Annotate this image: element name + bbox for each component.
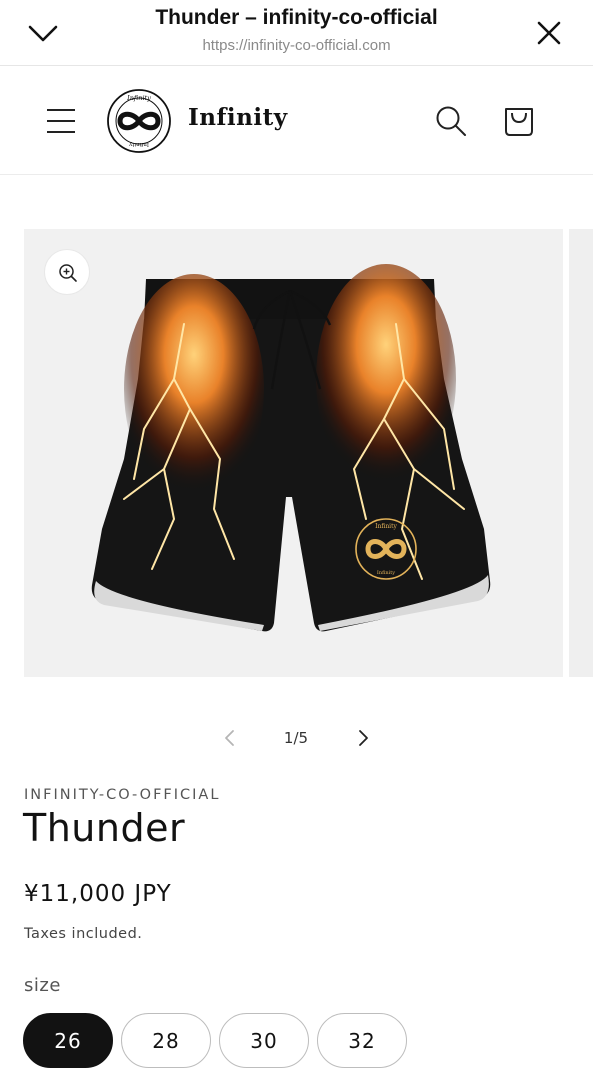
chevron-down-icon[interactable]: [26, 18, 60, 48]
zoom-in-icon: [59, 264, 77, 282]
size-option-26[interactable]: 26: [23, 1013, 113, 1068]
size-option-28[interactable]: 28: [121, 1013, 211, 1068]
slider-next-icon[interactable]: [352, 726, 374, 750]
tax-note: Taxes included.: [24, 926, 143, 942]
brand-name[interactable]: Infinity: [188, 104, 288, 131]
browser-page-title: Thunder – infinity-co-official: [155, 6, 438, 29]
logo-ring-text-bottom: Infinity: [128, 141, 149, 147]
browser-bar: Thunder – infinity-co-official https://i…: [0, 0, 593, 66]
size-option-30[interactable]: 30: [219, 1013, 309, 1068]
browser-url[interactable]: https://infinity-co-official.com: [80, 37, 513, 54]
product-price: ¥11,000 JPY: [24, 881, 172, 907]
board-shorts-image: Infinity Infinity: [91, 264, 491, 632]
hamburger-icon[interactable]: [46, 107, 76, 135]
product-vendor: INFINITY-CO-OFFICIAL: [24, 787, 221, 803]
emblem-text-top: Infinity: [375, 523, 397, 530]
close-icon[interactable]: [534, 18, 564, 48]
cart-icon[interactable]: [501, 104, 537, 138]
product-image[interactable]: Infinity Infinity: [24, 229, 563, 677]
slider-counter: 1/5: [283, 729, 309, 747]
logo-ring-text-top: Infinity: [126, 94, 151, 102]
search-icon[interactable]: [434, 104, 468, 138]
size-option-32[interactable]: 32: [317, 1013, 407, 1068]
site-header: Infinity Infinity Infinity: [0, 66, 593, 175]
size-option-label: size: [24, 975, 61, 996]
zoom-button[interactable]: [44, 249, 90, 295]
slider-prev-icon[interactable]: [218, 726, 240, 750]
emblem-text-bottom: Infinity: [377, 570, 395, 576]
brand-logo[interactable]: Infinity Infinity: [106, 88, 172, 154]
product-title: Thunder: [23, 806, 186, 850]
next-slide-peek[interactable]: [569, 229, 593, 677]
